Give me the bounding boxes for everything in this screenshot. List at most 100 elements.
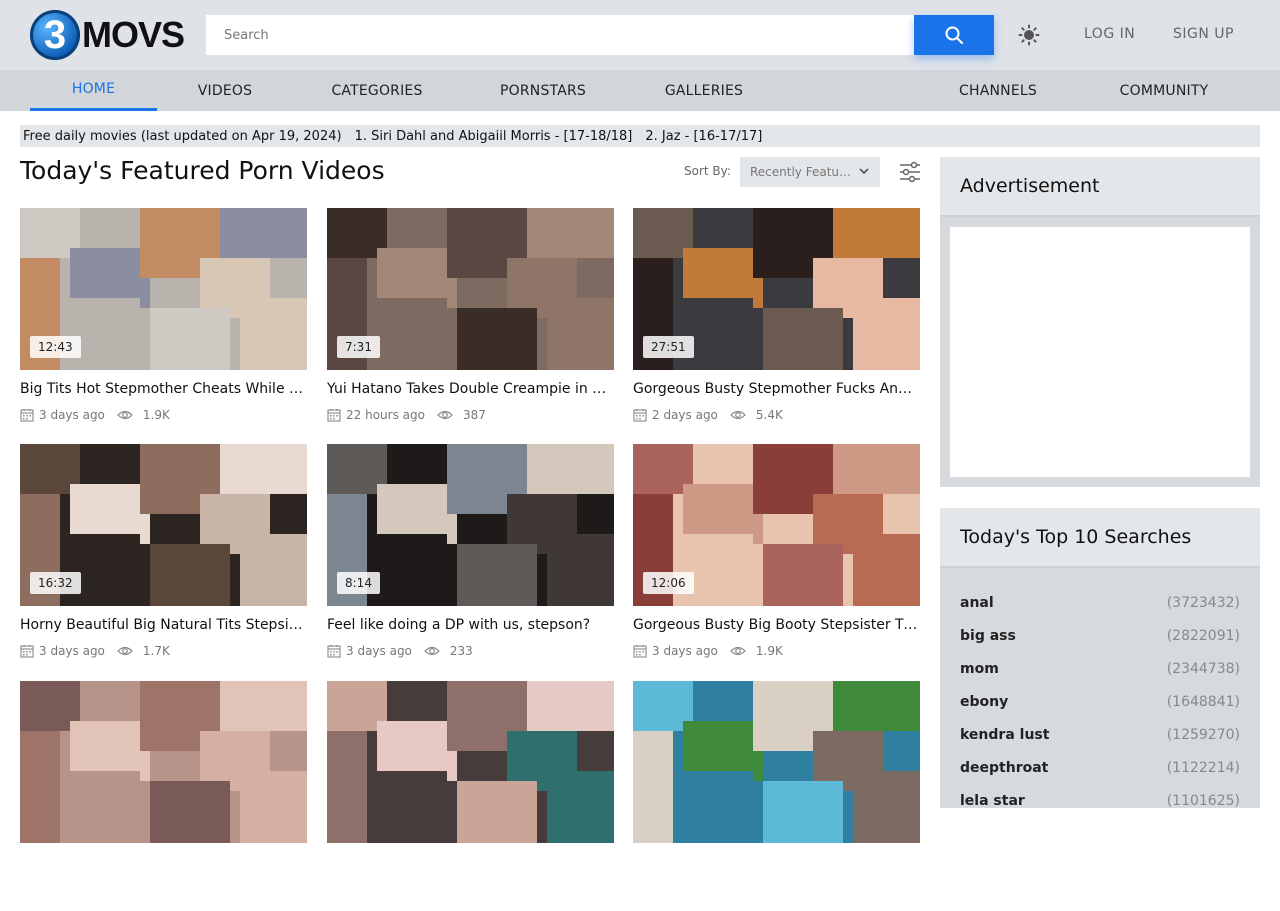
video-card[interactable]: 12:43 Big Tits Hot Stepmother Cheats Whil… xyxy=(20,208,307,438)
video-card[interactable] xyxy=(20,681,307,911)
top-searches-panel: Today's Top 10 Searches anal (3723432) big… xyxy=(940,508,1260,809)
thumbnail-mosaic-block xyxy=(527,444,614,494)
thumbnail-mosaic-block xyxy=(50,298,140,370)
nav-videos[interactable]: VIDEOS xyxy=(180,70,270,111)
video-thumbnail[interactable]: 7:31 xyxy=(327,208,614,370)
thumbnail-mosaic-block xyxy=(763,544,843,606)
thumbnail-mosaic-block xyxy=(150,781,230,843)
theme-toggle-button[interactable] xyxy=(1016,22,1042,48)
thumbnail-mosaic-block xyxy=(763,781,843,843)
video-card[interactable]: 8:14 Feel like doing a DP with us, stepso… xyxy=(327,444,614,674)
search-term: kendra lust xyxy=(960,727,1050,743)
advertisement-panel: Advertisement xyxy=(940,157,1260,487)
top-search-item[interactable]: deepthroat (1122214) xyxy=(960,760,1240,780)
video-meta: 22 hours ago 387 xyxy=(327,408,486,422)
top-search-item[interactable]: lela star (1101625) xyxy=(960,793,1240,813)
video-card[interactable]: 12:06 Gorgeous Busty Big Booty Stepsister… xyxy=(633,444,920,674)
video-age: 3 days ago xyxy=(39,408,105,422)
thumbnail-mosaic-block xyxy=(663,298,753,370)
nav-channels[interactable]: CHANNELS xyxy=(948,70,1048,111)
top-search-item[interactable]: kendra lust (1259270) xyxy=(960,727,1240,747)
search-count: (1101625) xyxy=(1166,793,1240,809)
video-meta: 2 days ago 5.4K xyxy=(633,408,783,422)
thumbnail-mosaic-block xyxy=(853,534,920,606)
search-count: (1122214) xyxy=(1166,760,1240,776)
thumbnail-mosaic-block xyxy=(527,208,614,258)
video-thumbnail[interactable]: 27:51 xyxy=(633,208,920,370)
search-term: big ass xyxy=(960,628,1016,644)
thumbnail-mosaic-block xyxy=(833,208,920,258)
video-thumbnail[interactable]: 12:06 xyxy=(633,444,920,606)
ticker-item[interactable]: 2. Jaz - [16-17/17] xyxy=(645,129,762,144)
thumbnail-mosaic-block xyxy=(327,731,367,843)
search-count: (3723432) xyxy=(1166,595,1240,611)
video-title[interactable]: Feel like doing a DP with us, stepson? xyxy=(327,617,614,633)
video-thumbnail[interactable]: 16:32 xyxy=(20,444,307,606)
video-thumbnail[interactable] xyxy=(20,681,307,843)
calendar-icon xyxy=(327,408,346,422)
logo-text: MOVS xyxy=(82,14,185,55)
video-meta: 3 days ago 233 xyxy=(327,644,473,658)
signup-link[interactable]: SIGN UP xyxy=(1173,26,1234,42)
nav-categories[interactable]: CATEGORIES xyxy=(322,70,432,111)
thumbnail-mosaic-block xyxy=(357,534,447,606)
video-thumbnail[interactable]: 12:43 xyxy=(20,208,307,370)
video-meta: 3 days ago 1.7K xyxy=(20,644,170,658)
search-term: mom xyxy=(960,661,999,677)
thumbnail-mosaic-block xyxy=(150,308,230,370)
video-thumbnail[interactable] xyxy=(633,681,920,843)
search-icon xyxy=(945,26,964,45)
thumbnail-mosaic-block xyxy=(240,298,307,370)
video-thumbnail[interactable] xyxy=(327,681,614,843)
eye-icon xyxy=(730,644,751,658)
thumbnail-mosaic-block xyxy=(50,534,140,606)
video-title[interactable]: Yui Hatano Takes Double Creampie in Hot … xyxy=(327,381,614,397)
search-input[interactable] xyxy=(206,15,914,55)
sort-dropdown[interactable]: Recently Featured xyxy=(740,157,880,187)
site-logo[interactable]: 3 MOVS xyxy=(30,10,185,60)
top-search-item[interactable]: big ass (2822091) xyxy=(960,628,1240,648)
thumbnail-mosaic-block xyxy=(240,534,307,606)
search-count: (2344738) xyxy=(1166,661,1240,677)
video-duration: 8:14 xyxy=(337,572,380,594)
logo-badge: 3 xyxy=(30,10,80,60)
eye-icon xyxy=(424,644,445,658)
top-search-item[interactable]: ebony (1648841) xyxy=(960,694,1240,714)
ad-slot[interactable] xyxy=(950,227,1250,477)
video-duration: 12:06 xyxy=(643,572,694,594)
top-search-item[interactable]: mom (2344738) xyxy=(960,661,1240,681)
ticker-item[interactable]: 1. Siri Dahl and Abigaiil Morris - [17-1… xyxy=(355,129,633,144)
calendar-icon xyxy=(20,408,39,422)
login-link[interactable]: LOG IN xyxy=(1084,26,1135,42)
views-group: 1.7K xyxy=(117,644,170,658)
views-group: 1.9K xyxy=(117,408,170,422)
video-title[interactable]: Gorgeous Busty Big Booty Stepsister Tigh… xyxy=(633,617,920,633)
video-views: 1.9K xyxy=(142,408,170,422)
video-thumbnail[interactable]: 8:14 xyxy=(327,444,614,606)
nav-home[interactable]: HOME xyxy=(30,70,157,111)
video-title[interactable]: Gorgeous Busty Stepmother Fucks And Suck… xyxy=(633,381,920,397)
video-card[interactable] xyxy=(633,681,920,911)
nav-pornstars[interactable]: PORNSTARS xyxy=(490,70,596,111)
thumbnail-mosaic-block xyxy=(240,771,307,843)
search-count: (2822091) xyxy=(1166,628,1240,644)
video-card[interactable]: 7:31 Yui Hatano Takes Double Creampie in … xyxy=(327,208,614,438)
page-title: Today's Featured Porn Videos xyxy=(20,156,385,185)
video-meta: 3 days ago 1.9K xyxy=(633,644,783,658)
nav-community[interactable]: COMMUNITY xyxy=(1104,70,1224,111)
thumbnail-mosaic-block xyxy=(220,444,307,494)
nav-galleries[interactable]: GALLERIES xyxy=(654,70,754,111)
thumbnail-mosaic-block xyxy=(833,444,920,494)
video-title[interactable]: Horny Beautiful Big Natural Tits Stepsis… xyxy=(20,617,307,633)
thumbnail-mosaic-block xyxy=(663,534,753,606)
filter-icon[interactable] xyxy=(898,160,922,184)
search-button[interactable] xyxy=(914,15,994,55)
calendar-icon xyxy=(633,408,652,422)
video-card[interactable] xyxy=(327,681,614,911)
video-title[interactable]: Big Tits Hot Stepmother Cheats While On … xyxy=(20,381,307,397)
thumbnail-mosaic-block xyxy=(763,308,843,370)
thumbnail-mosaic-block xyxy=(547,298,614,370)
video-card[interactable]: 27:51 Gorgeous Busty Stepmother Fucks And… xyxy=(633,208,920,438)
top-search-item[interactable]: anal (3723432) xyxy=(960,595,1240,615)
video-card[interactable]: 16:32 Horny Beautiful Big Natural Tits St… xyxy=(20,444,307,674)
